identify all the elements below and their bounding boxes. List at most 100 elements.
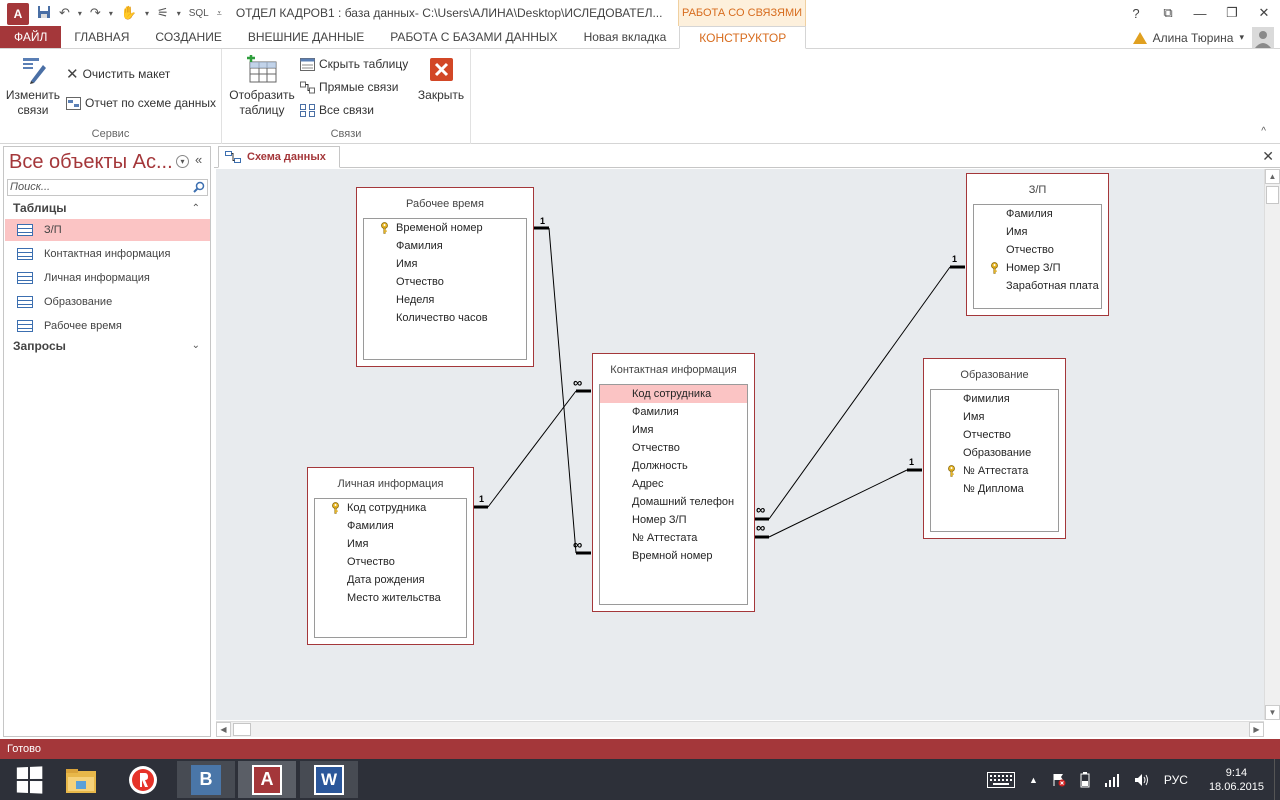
scroll-down-arrow-icon[interactable]: ▼ [1265, 705, 1280, 720]
table-field[interactable]: Номер З/П [974, 259, 1101, 277]
scroll-left-arrow-icon[interactable]: ◀ [216, 722, 231, 737]
scroll-right-arrow-icon[interactable]: ▶ [1249, 722, 1264, 737]
table-field[interactable]: Отчество [315, 553, 466, 571]
table-field[interactable]: Место жительства [315, 589, 466, 607]
start-button[interactable] [0, 761, 58, 798]
tab-external-data[interactable]: ВНЕШНИЕ ДАННЫЕ [235, 26, 377, 48]
tab-file[interactable]: ФАЙЛ [0, 26, 62, 48]
relationships-canvas[interactable]: 1 ∞ 1 ∞ ∞ 1 ∞ 1 Рабочее время Временой н… [216, 169, 1264, 720]
table-field[interactable]: Отчество [931, 426, 1058, 444]
table-window-education[interactable]: Образование Фимилия Имя Отчество Образовани… [923, 358, 1066, 539]
table-field[interactable]: Образование [931, 444, 1058, 462]
table-field[interactable]: Номер З/П [600, 511, 747, 529]
all-relations-button[interactable]: Все связи [300, 103, 374, 117]
table-field[interactable]: Временой номер [364, 219, 526, 237]
tab-database-tools[interactable]: РАБОТА С БАЗАМИ ДАННЫХ [377, 26, 570, 48]
collapse-ribbon-button[interactable]: ^ [1261, 126, 1266, 137]
field-list[interactable]: Фимилия Имя Отчество Образование № Аттестата… [930, 389, 1059, 532]
network-signal-icon[interactable] [1104, 773, 1120, 787]
show-table-button[interactable]: Отобразить таблицу [228, 55, 296, 118]
nav-table-item[interactable]: Личная информация [5, 267, 210, 289]
table-field[interactable]: Имя [931, 408, 1058, 426]
flag-warning-icon[interactable] [1052, 773, 1066, 787]
table-field[interactable]: Фамилия [364, 237, 526, 255]
close-document-button[interactable]: ✕ [1262, 148, 1274, 165]
clear-layout-button[interactable]: ✕ Очистить макет [66, 65, 170, 83]
table-field[interactable]: № Диплома [931, 480, 1058, 498]
scroll-up-arrow-icon[interactable]: ▲ [1265, 169, 1280, 184]
nav-table-item[interactable]: Рабочее время [5, 315, 210, 337]
tab-create[interactable]: СОЗДАНИЕ [142, 26, 234, 48]
relations-report-button[interactable]: Отчет по схеме данных [66, 96, 216, 110]
save-icon[interactable] [37, 5, 51, 22]
qat-dropdown-icon[interactable]: ▾ [78, 9, 82, 18]
vertical-scrollbar[interactable]: ▲ ▼ [1264, 169, 1280, 720]
table-field[interactable]: Имя [600, 421, 747, 439]
table-field[interactable]: Неделя [364, 291, 526, 309]
close-relations-button[interactable]: Закрыть [415, 55, 467, 103]
taskbar-access[interactable]: A [238, 761, 296, 798]
table-window-title[interactable]: Личная информация [308, 468, 473, 500]
table-field[interactable]: Домашний телефон [600, 493, 747, 511]
system-clock[interactable]: 9:14 18.06.2015 [1209, 766, 1264, 794]
field-list[interactable]: Код сотрудника Фамилия Имя Отчество Должност… [599, 384, 748, 605]
table-window-personal[interactable]: Личная информация Код сотрудника Фамилия И… [307, 467, 474, 645]
taskbar-word[interactable]: W [300, 761, 358, 798]
nav-shutter-icon[interactable]: « [195, 152, 202, 167]
battery-icon[interactable] [1080, 771, 1090, 788]
nav-pane-title[interactable]: Все объекты Ac... [9, 151, 173, 174]
tab-constructor[interactable]: КОНСТРУКТОР [679, 26, 807, 49]
nav-section-queries[interactable]: Запросы [13, 339, 66, 353]
table-field[interactable]: № Аттестата [931, 462, 1058, 480]
ribbon-display-options-button[interactable]: ⧉ [1152, 5, 1184, 21]
table-field[interactable]: Количество часов [364, 309, 526, 327]
horizontal-scrollbar[interactable]: ◀ ▶ [216, 721, 1264, 737]
table-field[interactable]: Времной номер [600, 547, 747, 565]
nav-menu-chevron-icon[interactable]: ▾ [176, 155, 189, 168]
table-field[interactable]: Имя [315, 535, 466, 553]
table-field[interactable]: Фамилия [315, 517, 466, 535]
table-field[interactable]: № Аттестата [600, 529, 747, 547]
taskbar-yandex-browser[interactable] [114, 761, 172, 798]
field-list[interactable]: Код сотрудника Фамилия Имя Отчество Дата рож… [314, 498, 467, 638]
table-window-title[interactable]: Образование [924, 359, 1065, 391]
edit-relations-button[interactable]: Изменить связи [5, 55, 61, 118]
keyboard-icon[interactable] [986, 771, 1015, 788]
nav-table-item[interactable]: Образование [5, 291, 210, 313]
table-field[interactable]: Фимилия [931, 390, 1058, 408]
taskbar-vk[interactable]: B [177, 761, 235, 798]
table-window-title[interactable]: Рабочее время [357, 188, 533, 220]
volume-icon[interactable] [1134, 773, 1150, 787]
maximize-button[interactable]: ❐ [1216, 5, 1248, 21]
table-field[interactable]: Фамилия [600, 403, 747, 421]
input-language[interactable]: РУС [1164, 773, 1188, 787]
customize-qat-icon[interactable]: ⩡ [217, 8, 222, 19]
undo-icon[interactable]: ↶ [59, 5, 70, 21]
sql-view-button[interactable]: SQL [189, 8, 209, 19]
table-field[interactable]: Фамилия [974, 205, 1101, 223]
table-window-work-time[interactable]: Рабочее время Временой номер Фамилия Имя От… [356, 187, 534, 367]
user-avatar[interactable] [1252, 27, 1274, 49]
qat-dropdown-icon[interactable]: ▾ [145, 9, 149, 18]
chevron-down-icon[interactable]: ⌄ [192, 340, 200, 351]
nav-table-item[interactable]: Контактная информация [5, 243, 210, 265]
field-list[interactable]: Временой номер Фамилия Имя Отчество Неделя Ко… [363, 218, 527, 360]
nav-search-input[interactable]: Поиск... [7, 179, 208, 196]
table-field[interactable]: Адрес [600, 475, 747, 493]
table-field[interactable]: Отчество [974, 241, 1101, 259]
direct-relations-button[interactable]: Прямые связи [300, 80, 399, 94]
show-hidden-icons-chevron-icon[interactable]: ▲ [1029, 775, 1038, 785]
table-field[interactable]: Отчество [600, 439, 747, 457]
table-field[interactable]: Заработная плата [974, 277, 1101, 295]
hide-table-button[interactable]: Скрыть таблицу [300, 57, 408, 71]
scroll-thumb[interactable] [1266, 186, 1279, 204]
table-window-salary[interactable]: З/П Фамилия Имя Отчество Номер З/П Заработна… [966, 173, 1109, 316]
table-field[interactable]: Отчество [364, 273, 526, 291]
tab-home[interactable]: ГЛАВНАЯ [61, 26, 142, 48]
user-account[interactable]: Алина Тюрина ▾ [1132, 27, 1274, 49]
table-field[interactable]: Код сотрудника [315, 499, 466, 517]
tab-new[interactable]: Новая вкладка [571, 26, 680, 48]
nav-table-item[interactable]: З/П [5, 219, 210, 241]
table-window-title[interactable]: Контактная информация [593, 354, 754, 386]
redo-icon[interactable]: ↷ [90, 5, 101, 21]
